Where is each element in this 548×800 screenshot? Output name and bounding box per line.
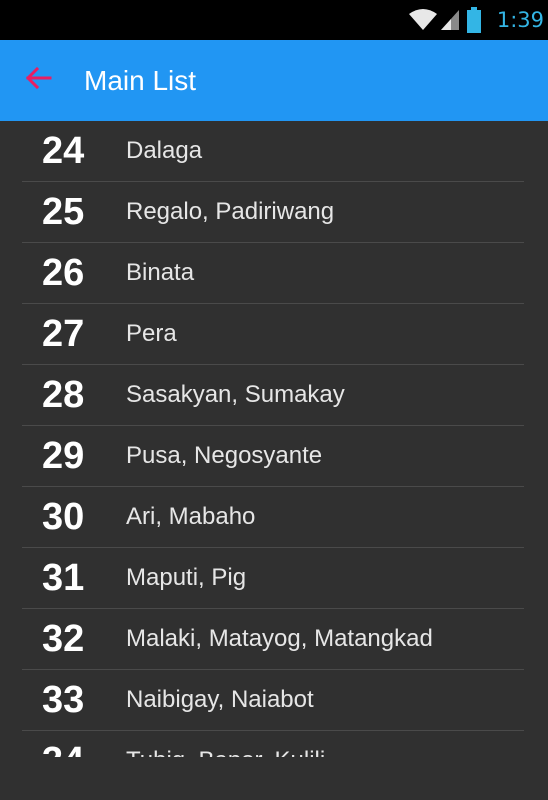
list-item[interactable]: 32 Malaki, Matayog, Matangkad — [22, 609, 524, 670]
list-item-number: 25 — [42, 190, 85, 233]
list-item-number: 31 — [42, 556, 85, 599]
list-item-label: Binata — [126, 259, 195, 286]
signal-icon — [439, 8, 461, 32]
list-item[interactable]: 30 Ari, Mabaho — [22, 487, 524, 548]
list-item-label: Tubig, Bapor, Kulili — [126, 747, 325, 757]
wifi-icon — [408, 8, 438, 32]
list-item-number: 28 — [42, 373, 85, 416]
list-item[interactable]: 31 Maputi, Pig — [22, 548, 524, 609]
status-clock: 1:39 — [496, 8, 544, 32]
list-item[interactable]: 27 Pera — [22, 304, 524, 365]
list-item[interactable]: 33 Naibigay, Naiabot — [22, 670, 524, 731]
list-item-label: Sasakyan, Sumakay — [126, 381, 345, 408]
main-list[interactable]: 24 Dalaga 25 Regalo, Padiriwang 26 Binata 27 Pe… — [0, 121, 548, 757]
list-item[interactable]: 34Tubig, Bapor, Kulili — [22, 731, 524, 758]
list-item-number: 33 — [42, 678, 85, 721]
list-item[interactable]: 24 Dalaga — [22, 121, 524, 182]
list-item-number: 34 — [22, 740, 126, 758]
list-item-number: 32 — [42, 617, 85, 660]
list-item-number: 27 — [42, 312, 85, 355]
list-item-label: Maputi, Pig — [126, 564, 247, 591]
list-item-number: 29 — [42, 434, 85, 477]
page-title: Main List — [84, 64, 197, 96]
list-item-label: Regalo, Padiriwang — [126, 198, 335, 225]
list-item[interactable]: 28 Sasakyan, Sumakay — [22, 365, 524, 426]
list-item-number: 30 — [42, 495, 85, 538]
list-item-label: Malaki, Matayog, Matangkad — [126, 625, 433, 652]
list-item[interactable]: 25 Regalo, Padiriwang — [22, 182, 524, 243]
battery-icon — [466, 7, 481, 33]
list-item-label: Naibigay, Naiabot — [126, 686, 314, 713]
arrow-left-icon — [24, 66, 52, 95]
app-bar: Main List — [0, 40, 548, 121]
list-item-label: Pusa, Negosyante — [126, 442, 323, 469]
list-item-label: Pera — [126, 320, 177, 347]
back-button[interactable] — [10, 53, 66, 109]
status-bar: 1:39 — [0, 0, 548, 40]
list-item[interactable]: 26 Binata — [22, 243, 524, 304]
list-item[interactable]: 29 Pusa, Negosyante — [22, 426, 524, 487]
list-item-label: Dalaga — [126, 137, 203, 164]
list-item-number: 24 — [42, 129, 85, 172]
list-item-number: 26 — [42, 251, 85, 294]
status-icons — [408, 7, 481, 33]
list-item-label: Ari, Mabaho — [126, 503, 256, 530]
